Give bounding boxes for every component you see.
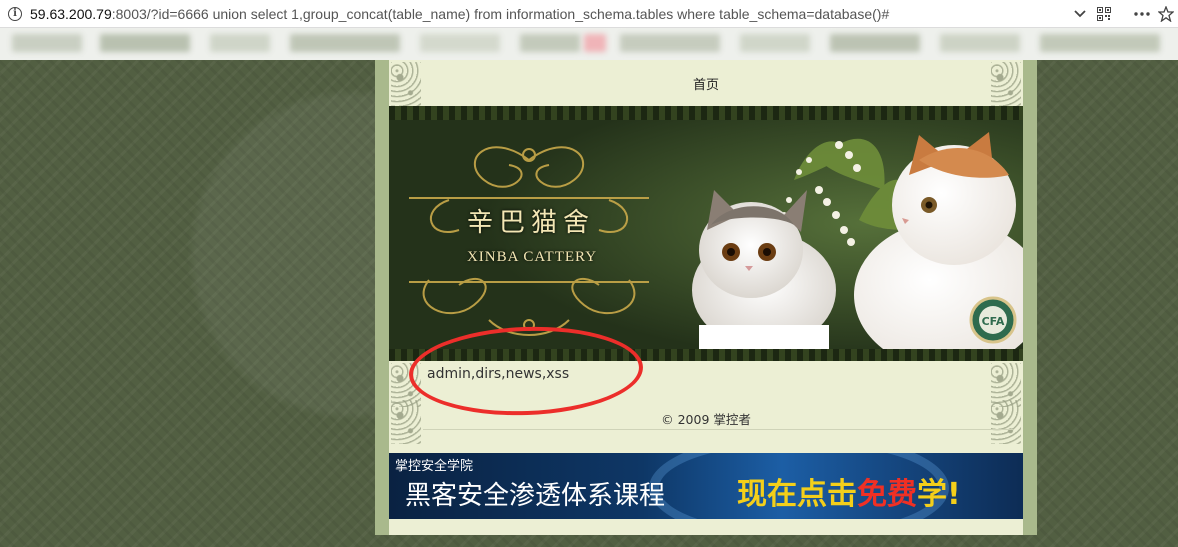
ad-cta-free: 免费 (857, 477, 917, 512)
address-bar-tools (1068, 0, 1178, 28)
top-nav: 首页 (389, 60, 1023, 106)
cattery-banner: CFA 辛巴猫舍 XINBA CATTERY (389, 106, 1023, 361)
content-panel: 首页 CFA 辛巴猫舍 XINBA CATTERY admin,dirs,new… (389, 60, 1023, 535)
cfa-badge-text: CFA (982, 315, 1005, 328)
ad-course-title: 黑客安全渗透体系课程 (405, 481, 666, 511)
chevron-down-icon[interactable] (1068, 2, 1092, 26)
copyright-text: © 2009 掌控者 (661, 412, 751, 427)
ad-banner[interactable]: 掌控安全学院 黑客安全渗透体系课程 现在点击免费学! (389, 453, 1023, 519)
ad-cta-part3: 学! (917, 477, 961, 512)
info-icon[interactable]: i (8, 6, 22, 21)
more-icon[interactable] (1130, 2, 1154, 26)
bookmarks-bar-blurred (0, 28, 1178, 60)
ad-call-to-action[interactable]: 现在点击免费学! (737, 469, 961, 513)
address-bar[interactable]: i 59.63.200.79:8003/?id=6666 union selec… (0, 0, 1178, 28)
url-host: 59.63.200.79 (30, 5, 112, 22)
qr-code-icon[interactable] (1092, 2, 1116, 26)
banner-border-top (389, 106, 1023, 120)
url-text[interactable]: 59.63.200.79:8003/?id=6666 union select … (30, 6, 889, 22)
url-path: :8003/?id=6666 union select 1,group_conc… (111, 5, 890, 22)
ad-academy-name: 掌控安全学院 (395, 459, 474, 474)
star-icon[interactable] (1154, 2, 1178, 26)
footer-divider (423, 429, 1013, 430)
cattery-logo-chinese: 辛巴猫舍 (466, 208, 595, 238)
toolbar-separator (1116, 2, 1130, 26)
cattery-logo-english: XINBA CATTERY (466, 249, 598, 265)
content-column: 首页 CFA 辛巴猫舍 XINBA CATTERY admin,dirs,new… (375, 60, 1037, 535)
nav-home-link[interactable]: 首页 (693, 74, 719, 93)
ad-cta-part1: 现在点击 (737, 477, 857, 512)
